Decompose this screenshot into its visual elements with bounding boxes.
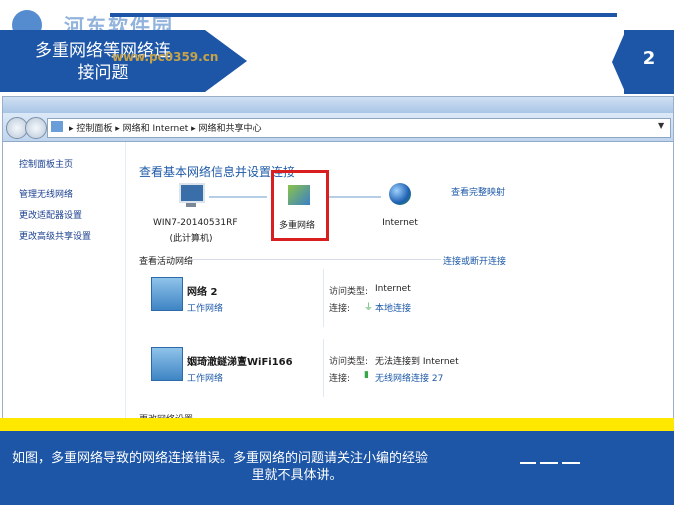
header-rule: [110, 13, 617, 17]
connect-disconnect-link[interactable]: 连接或断开连接: [443, 254, 506, 267]
internet-label: Internet: [382, 218, 418, 228]
network-bench-icon: [151, 347, 183, 381]
globe-icon: [389, 183, 411, 205]
chevron-down-icon[interactable]: ▼: [658, 121, 664, 130]
ethernet-icon: ⏚: [364, 303, 374, 313]
sidebar-item-adapter[interactable]: 更改适配器设置: [19, 208, 82, 221]
sidebar-item-sharing[interactable]: 更改高级共享设置: [19, 229, 91, 242]
network-name: 网络 2: [187, 287, 218, 298]
wifi-signal-icon: ▮: [364, 370, 369, 380]
control-panel-icon: [51, 121, 63, 132]
computer-sub: (此计算机): [169, 234, 213, 244]
caption-line2: 里就不具体讲。: [251, 468, 343, 483]
pane-divider: [125, 142, 126, 419]
access-type-key: 访问类型:: [329, 357, 369, 367]
connection-link[interactable]: 本地连接: [375, 301, 411, 314]
network-name: 姻琦澈鐩涕亶WiFi166: [187, 357, 293, 368]
breadcrumb: ▸ 控制面板 ▸ 网络和 Internet ▸ 网络和共享中心: [69, 121, 262, 134]
access-type-value: Internet: [375, 284, 411, 294]
computer-icon: [179, 183, 205, 203]
computer-name: WIN7-20140531RF: [153, 218, 238, 228]
multi-network-icon: [288, 185, 310, 205]
decor-dash: [520, 462, 536, 464]
caption-line1: 如图，多重网络导致的网络连接错误。多重网络的问题请关注小编的经验: [12, 451, 429, 466]
slide-number: 2: [642, 48, 656, 69]
window-titlebar: [3, 97, 673, 113]
active-networks-label: 查看活动网络: [139, 257, 194, 267]
decor-dash: [540, 462, 558, 464]
network-divider: [323, 339, 324, 397]
network-center-window: ▸ 控制面板 ▸ 网络和 Internet ▸ 网络和共享中心 ▼ 控制面板主页…: [2, 96, 674, 420]
full-map-link[interactable]: 查看完整映射: [451, 185, 505, 198]
decor-dash: [562, 462, 580, 464]
sidebar-item-home[interactable]: 控制面板主页: [19, 157, 73, 170]
sidebar-item-wireless[interactable]: 管理无线网络: [19, 187, 73, 200]
section-divider: [189, 259, 441, 260]
access-type-key: 访问类型:: [329, 287, 369, 297]
connection-key: 连接:: [329, 304, 351, 314]
network-divider: [323, 269, 324, 327]
caption-text: 如图，多重网络导致的网络连接错误。多重网络的问题请关注小编的经验 里就不具体讲。: [12, 450, 672, 484]
network-type-link[interactable]: 工作网络: [187, 371, 223, 384]
access-type-value: 无法连接到 Internet: [375, 357, 459, 367]
left-pane: [3, 142, 125, 419]
watermark-url: www.pc0359.cn: [112, 50, 219, 64]
forward-button[interactable]: [25, 117, 47, 139]
accent-bar: [0, 418, 674, 431]
connection-key: 连接:: [329, 374, 351, 384]
breadcrumb-control-panel[interactable]: 控制面板: [76, 124, 112, 134]
breadcrumb-sharing-center[interactable]: 网络和共享中心: [199, 124, 262, 134]
computer-stand-icon: [186, 203, 196, 207]
breadcrumb-sep: ▸: [115, 124, 123, 134]
breadcrumb-sep: ▸: [191, 124, 199, 134]
network-type-link[interactable]: 工作网络: [187, 301, 223, 314]
network-bench-icon: [151, 277, 183, 311]
connection-line: [329, 196, 381, 198]
connection-link[interactable]: 无线网络连接 27: [375, 371, 443, 384]
multi-network-label: 多重网络: [278, 221, 315, 231]
slide-title-line2: 接问题: [77, 63, 129, 83]
connection-line: [209, 196, 267, 198]
breadcrumb-network-internet[interactable]: 网络和 Internet: [123, 124, 189, 134]
